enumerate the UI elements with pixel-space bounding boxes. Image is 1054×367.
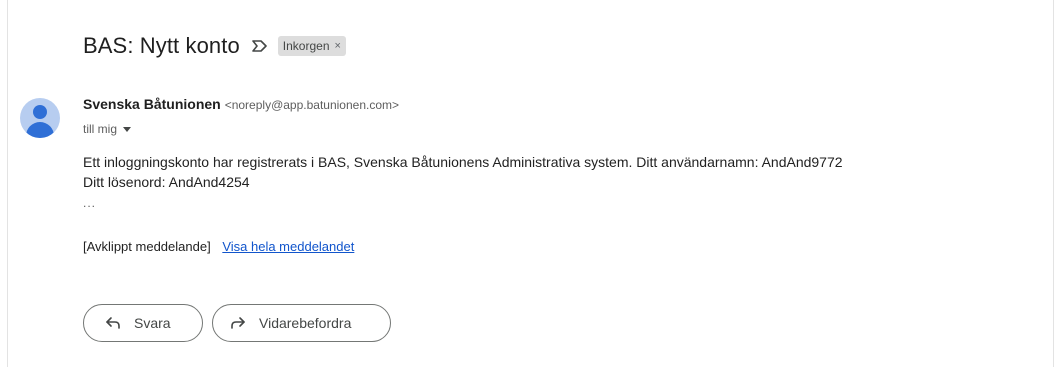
reply-arrow-icon bbox=[104, 314, 122, 332]
recipient-details-toggle[interactable]: till mig bbox=[83, 121, 132, 137]
sender-name[interactable]: Svenska Båtunionen bbox=[83, 96, 221, 112]
left-border bbox=[7, 0, 8, 367]
label-chip-text: Inkorgen bbox=[282, 39, 330, 53]
clipped-message-row: [Avklippt meddelande] Visa hela meddelan… bbox=[83, 239, 354, 254]
reply-button[interactable]: Svara bbox=[83, 304, 203, 342]
subject-row: BAS: Nytt konto Inkorgen × bbox=[83, 30, 346, 62]
body-line-2: Ditt lösenord: AndAnd4254 bbox=[83, 174, 250, 190]
remove-label-icon[interactable]: × bbox=[335, 38, 341, 54]
trimmed-content-ellipsis[interactable]: ... bbox=[83, 196, 96, 210]
view-full-message-link[interactable]: Visa hela meddelandet bbox=[222, 239, 354, 254]
reply-label: Svara bbox=[134, 315, 171, 331]
forward-label: Vidarebefordra bbox=[259, 315, 352, 331]
sender-email: <noreply@app.batunionen.com> bbox=[224, 98, 400, 112]
avatar-head-shape bbox=[33, 105, 47, 119]
email-body: Ett inloggningskonto har registrerats i … bbox=[83, 152, 1023, 192]
avatar-torso-shape bbox=[26, 122, 54, 138]
clipped-notice: [Avklippt meddelande] bbox=[83, 239, 211, 254]
importance-marker-icon[interactable] bbox=[251, 37, 269, 55]
body-line-1: Ett inloggningskonto har registrerats i … bbox=[83, 154, 843, 170]
sender-row: Svenska Båtunionen <noreply@app.batunion… bbox=[83, 96, 399, 114]
recipient-line: till mig bbox=[83, 122, 118, 136]
email-subject: BAS: Nytt konto bbox=[83, 33, 240, 58]
importance-marker-svg bbox=[251, 40, 267, 52]
reply-arrow-svg bbox=[106, 317, 120, 329]
sender-avatar[interactable] bbox=[20, 98, 60, 138]
label-chip-inbox: Inkorgen × bbox=[277, 36, 346, 56]
forward-button[interactable]: Vidarebefordra bbox=[212, 304, 391, 342]
message-actions: Svara Vidarebefordra bbox=[83, 304, 391, 342]
forward-arrow-icon bbox=[229, 314, 247, 332]
forward-arrow-svg bbox=[231, 317, 245, 329]
caret-down-icon bbox=[123, 126, 132, 132]
